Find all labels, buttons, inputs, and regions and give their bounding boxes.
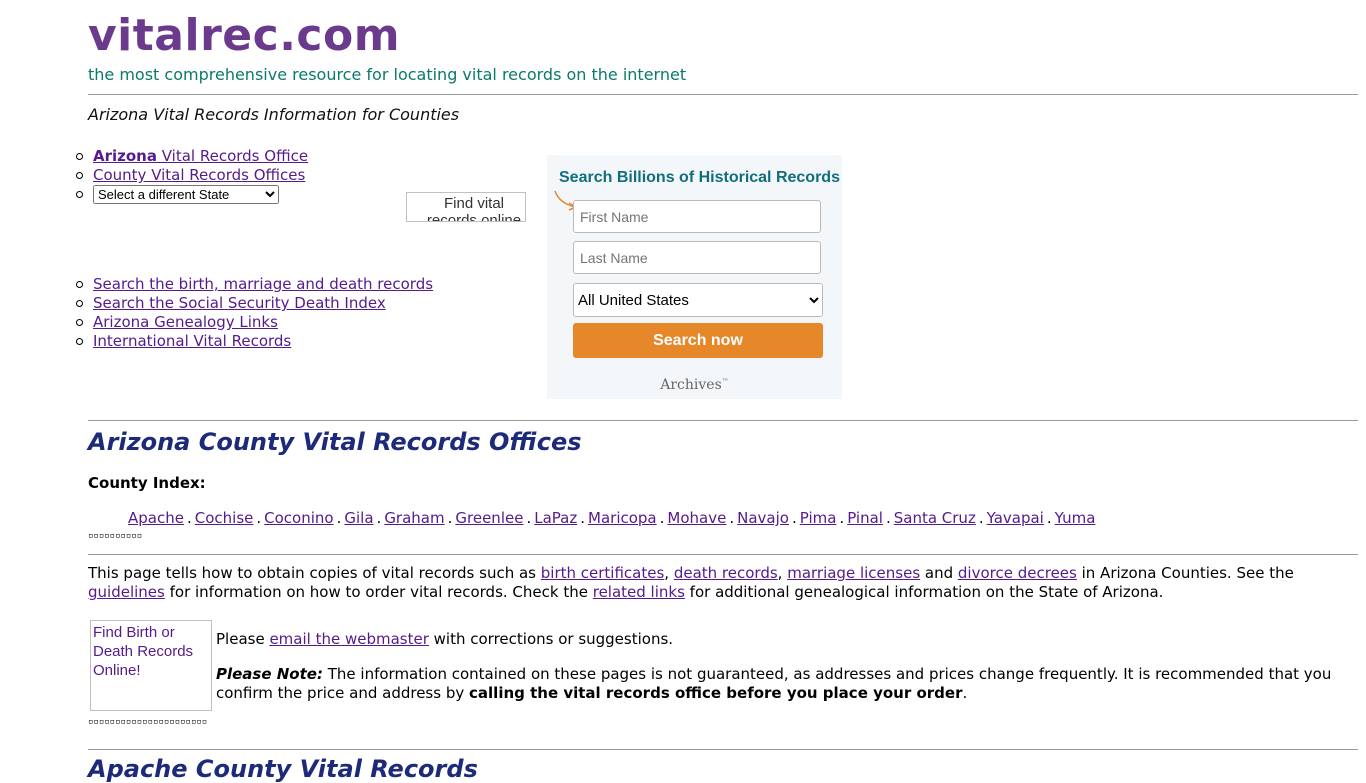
county-link-santa-cruz[interactable]: Santa Cruz bbox=[894, 509, 976, 527]
please-note: Please Note: The information contained o… bbox=[216, 665, 1332, 702]
placeholder-glyphs: ▫▫▫▫▫▫▫▫▫▫▫▫▫▫▫▫▫▫▫▫▫▫ bbox=[88, 717, 208, 727]
divorce-decrees-link[interactable]: divorce decrees bbox=[958, 564, 1077, 582]
county-link-yavapai[interactable]: Yavapai bbox=[987, 509, 1044, 527]
divider bbox=[88, 94, 1358, 95]
county-link-cochise[interactable]: Cochise bbox=[195, 509, 254, 527]
placeholder-glyphs: ▫▫▫▫▫▫▫▫▫▫ bbox=[88, 531, 143, 541]
related-links-link[interactable]: related links bbox=[593, 583, 685, 601]
nav-item: Arizona Genealogy Links bbox=[76, 313, 433, 332]
nav-item: International Vital Records bbox=[76, 332, 433, 351]
divider bbox=[88, 554, 1358, 555]
search-now-button[interactable]: Search now bbox=[573, 323, 823, 358]
county-link-pinal[interactable]: Pinal bbox=[847, 509, 883, 527]
county-link-yuma[interactable]: Yuma bbox=[1055, 509, 1096, 527]
search-records-link[interactable]: Search the birth, marriage and death rec… bbox=[93, 275, 433, 293]
site-title: vitalrec.com bbox=[88, 10, 401, 61]
secondary-nav-list: Search the birth, marriage and death rec… bbox=[76, 275, 433, 351]
birth-certificates-link[interactable]: birth certificates bbox=[541, 564, 665, 582]
county-link-navajo[interactable]: Navajo bbox=[737, 509, 789, 527]
county-link-mohave[interactable]: Mohave bbox=[667, 509, 726, 527]
state-office-link[interactable]: Arizona Vital Records Office bbox=[93, 147, 308, 165]
county-link-apache[interactable]: Apache bbox=[128, 509, 184, 527]
divider bbox=[88, 749, 1358, 750]
nav-item: Search the Social Security Death Index bbox=[76, 294, 433, 313]
county-offices-link[interactable]: County Vital Records Offices bbox=[93, 166, 305, 184]
location-select[interactable]: All United States bbox=[573, 283, 823, 317]
apache-section-title: Apache County Vital Records bbox=[88, 755, 478, 783]
county-link-pima[interactable]: Pima bbox=[800, 509, 837, 527]
nav-item: Search the birth, marriage and death rec… bbox=[76, 275, 433, 294]
county-link-greenlee[interactable]: Greenlee bbox=[455, 509, 523, 527]
county-index-label: County Index: bbox=[88, 474, 206, 492]
nav-item-state-office: Arizona Vital Records Office bbox=[76, 147, 308, 166]
notice-area: Please email the webmaster with correcti… bbox=[216, 630, 1356, 703]
county-link-maricopa[interactable]: Maricopa bbox=[588, 509, 657, 527]
last-name-input[interactable] bbox=[573, 241, 821, 274]
site-tagline: the most comprehensive resource for loca… bbox=[88, 65, 687, 84]
county-link-graham[interactable]: Graham bbox=[384, 509, 444, 527]
email-webmaster-link[interactable]: email the webmaster bbox=[269, 630, 428, 648]
first-name-input[interactable] bbox=[573, 200, 821, 233]
nav-item-county-offices: County Vital Records Offices bbox=[76, 166, 308, 185]
intro-paragraph: This page tells how to obtain copies of … bbox=[88, 564, 1294, 601]
find-vital-records-image[interactable]: Find vital records online bbox=[406, 192, 526, 222]
archives-logo[interactable]: Archives™ bbox=[547, 377, 842, 393]
primary-nav-list: Arizona Vital Records Office County Vita… bbox=[76, 147, 308, 204]
records-search-widget: Search Billions of Historical Records Al… bbox=[547, 155, 842, 399]
section-title: Arizona County Vital Records Offices bbox=[88, 428, 582, 456]
nav-item-state-select: Select a different State bbox=[76, 185, 308, 204]
county-link-coconino[interactable]: Coconino bbox=[264, 509, 333, 527]
divider bbox=[88, 420, 1358, 421]
genealogy-links-link[interactable]: Arizona Genealogy Links bbox=[93, 313, 278, 331]
find-birth-death-records-image[interactable]: Find Birth or Death Records Online! bbox=[90, 620, 212, 711]
county-index: Apache. Cochise. Coconino. Gila. Graham. Gree… bbox=[128, 509, 1096, 527]
county-link-gila[interactable]: Gila bbox=[344, 509, 373, 527]
state-select[interactable]: Select a different State bbox=[93, 185, 279, 204]
marriage-licenses-link[interactable]: marriage licenses bbox=[787, 564, 920, 582]
widget-title: Search Billions of Historical Records bbox=[559, 169, 840, 186]
death-records-link[interactable]: death records bbox=[674, 564, 778, 582]
county-link-lapaz[interactable]: LaPaz bbox=[534, 509, 577, 527]
international-records-link[interactable]: International Vital Records bbox=[93, 332, 291, 350]
contact-line: Please email the webmaster with correcti… bbox=[216, 630, 674, 648]
page-heading: Arizona Vital Records Information for Co… bbox=[88, 105, 460, 124]
search-ssdi-link[interactable]: Search the Social Security Death Index bbox=[93, 294, 386, 312]
guidelines-link[interactable]: guidelines bbox=[88, 583, 165, 601]
